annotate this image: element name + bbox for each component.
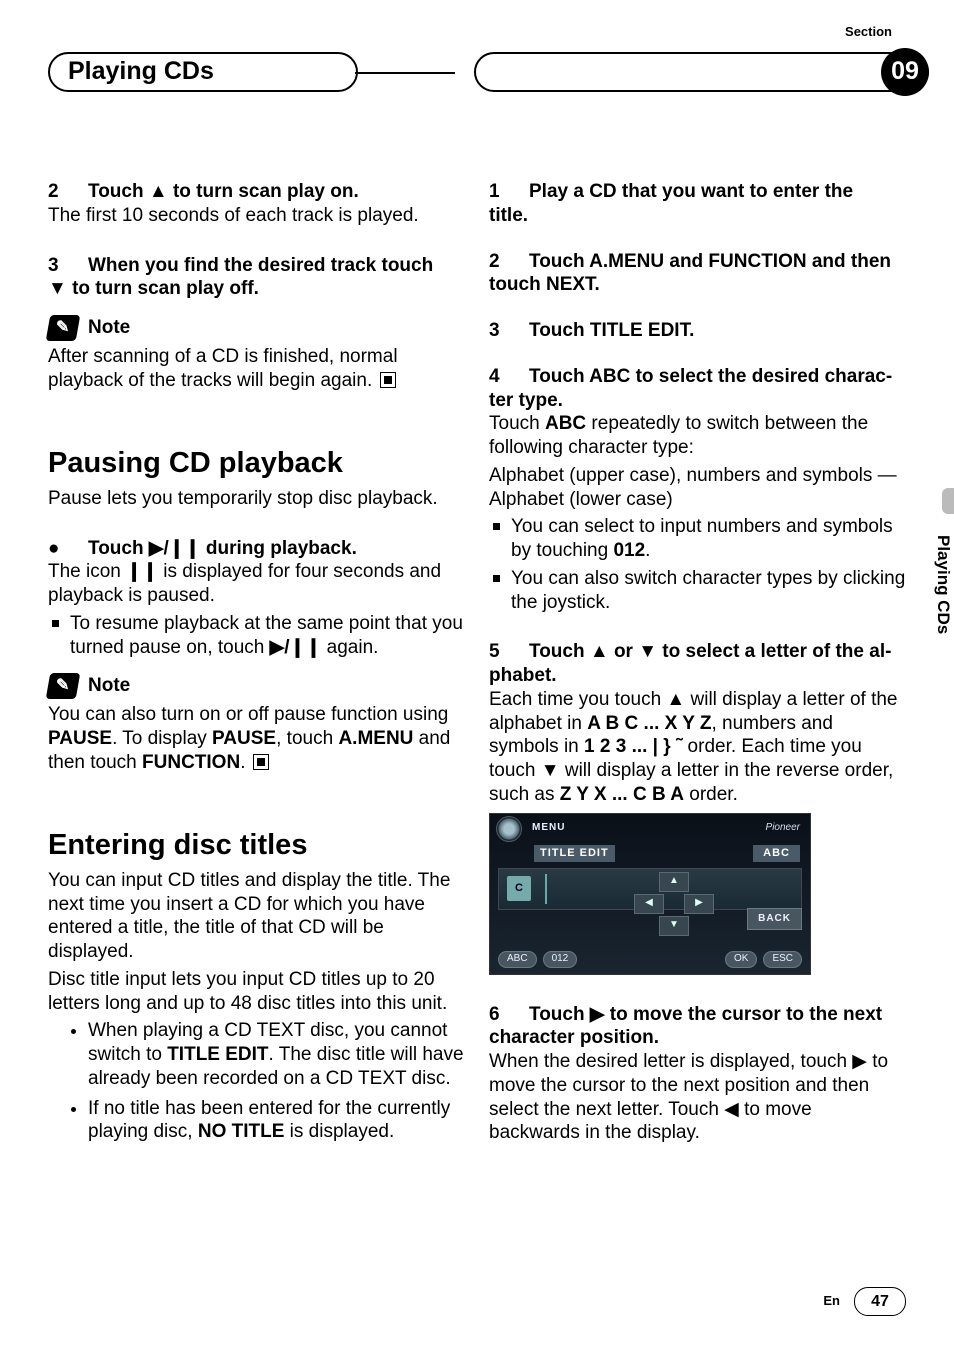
step-head-cont: title. [489,204,906,228]
header-right-pill [474,52,929,92]
step-num: 2 [489,250,529,274]
right-column: 1Play a CD that you want to enter the ti… [489,180,906,1150]
entering-heading: Entering disc titles [48,827,465,863]
title-edit-label: TITLE EDIT [534,845,615,863]
bullet-icon: ● [48,537,88,561]
step-head-cont: touch NEXT. [489,273,906,297]
step-num: 5 [489,640,529,664]
note-label: Note [88,674,130,698]
step-head: Touch ▶ to move the cursor to the next [529,1003,882,1027]
brand-label: Pioneer [766,822,800,835]
note-label: Note [88,316,130,340]
step-head: Touch TITLE EDIT. [529,319,694,343]
step-head-cont: character position. [489,1026,906,1050]
screen-illustration: MENU Pioneer TITLE EDIT ABC C ▲ ▼ ◀ ▶ BA… [489,813,811,975]
list-item: When playing a CD TEXT disc, you cannot … [88,1019,465,1090]
up-arrow-icon: ▲ [659,872,689,892]
left-column: 2Touch ▲ to turn scan play on. The first… [48,180,465,1150]
cursor-letter: C [507,876,531,902]
pause-heading: Pausing CD playback [48,445,465,481]
menu-label: MENU [532,822,565,835]
entering-list: When playing a CD TEXT disc, you cannot … [48,1019,465,1144]
section-label: Section [845,24,892,40]
pause-sub: To resume playback at the same point tha… [48,612,465,660]
step-body: When the desired letter is displayed, to… [489,1050,906,1145]
pause-intro: Pause lets you temporarily stop disc pla… [48,487,465,511]
step-sub: You can also switch character types by c… [489,567,906,615]
step-head: Touch ABC to select the desired charac- [529,365,892,389]
page-header: Section Playing CDs 09 [0,0,954,100]
caret-icon [533,874,547,904]
abc-pill: ABC [498,951,537,968]
arrow-pad: ▲ ▼ ◀ ▶ [634,872,712,936]
step-sub: You can select to input numbers and symb… [489,515,906,563]
lang-label: En [823,1293,840,1309]
back-button: BACK [747,908,802,931]
page-footer: En 47 [823,1287,906,1316]
end-mark-icon [380,372,396,388]
step-num: 4 [489,365,529,389]
end-mark-icon [253,754,269,770]
step-num: 2 [48,180,88,204]
step-head: Touch ▲ or ▼ to select a letter of the a… [529,640,891,664]
esc-pill: ESC [763,951,802,968]
note-body: You can also turn on or off pause functi… [48,703,465,774]
abc-label: ABC [753,845,800,863]
step-head-cont: ter type. [489,389,906,413]
step-body: The first 10 seconds of each track is pl… [48,204,465,228]
list-item: If no title has been entered for the cur… [88,1097,465,1145]
left-arrow-icon: ◀ [634,894,664,914]
012-pill: 012 [543,951,578,968]
note-body: After scanning of a CD is finished, norm… [48,345,465,393]
step-head: Touch A.MENU and FUNCTION and then [529,250,891,274]
step-num: 3 [48,254,88,278]
step-num: 6 [489,1003,529,1027]
note-heading: ✎ Note [48,315,465,341]
step-body: Alphabet (upper case), numbers and symbo… [489,464,906,512]
step-body: Touch ABC repeatedly to switch between t… [489,412,906,460]
step-num: 3 [489,319,529,343]
ok-pill: OK [725,951,757,968]
section-number-badge: 09 [881,48,929,96]
pencil-icon: ✎ [46,315,81,341]
entering-body: You can input CD titles and display the … [48,869,465,964]
note-heading: ✎ Note [48,673,465,699]
step-head: Touch ▶/❙❙ during playback. [88,537,357,561]
down-arrow-icon: ▼ [659,916,689,936]
page-number: 47 [854,1287,906,1316]
step-head: Touch ▲ to turn scan play on. [88,180,359,204]
step-body: Each time you touch ▲ will display a let… [489,688,906,807]
pencil-icon: ✎ [46,673,81,699]
step-head: When you find the desired track touch [88,254,433,278]
side-tab: Playing CDs [924,520,954,650]
header-rule [355,72,455,74]
chapter-title-pill: Playing CDs [48,52,358,92]
step-head-cont: ▼ to turn scan play off. [48,277,465,301]
step-head-cont: phabet. [489,664,906,688]
side-tab-bar [942,488,954,514]
entering-body: Disc title input lets you input CD title… [48,968,465,1016]
right-arrow-icon: ▶ [684,894,714,914]
step-num: 1 [489,180,529,204]
disc-icon [496,816,522,842]
step-head: Play a CD that you want to enter the [529,180,853,204]
pause-body: The icon ❙❙ is displayed for four second… [48,560,465,608]
